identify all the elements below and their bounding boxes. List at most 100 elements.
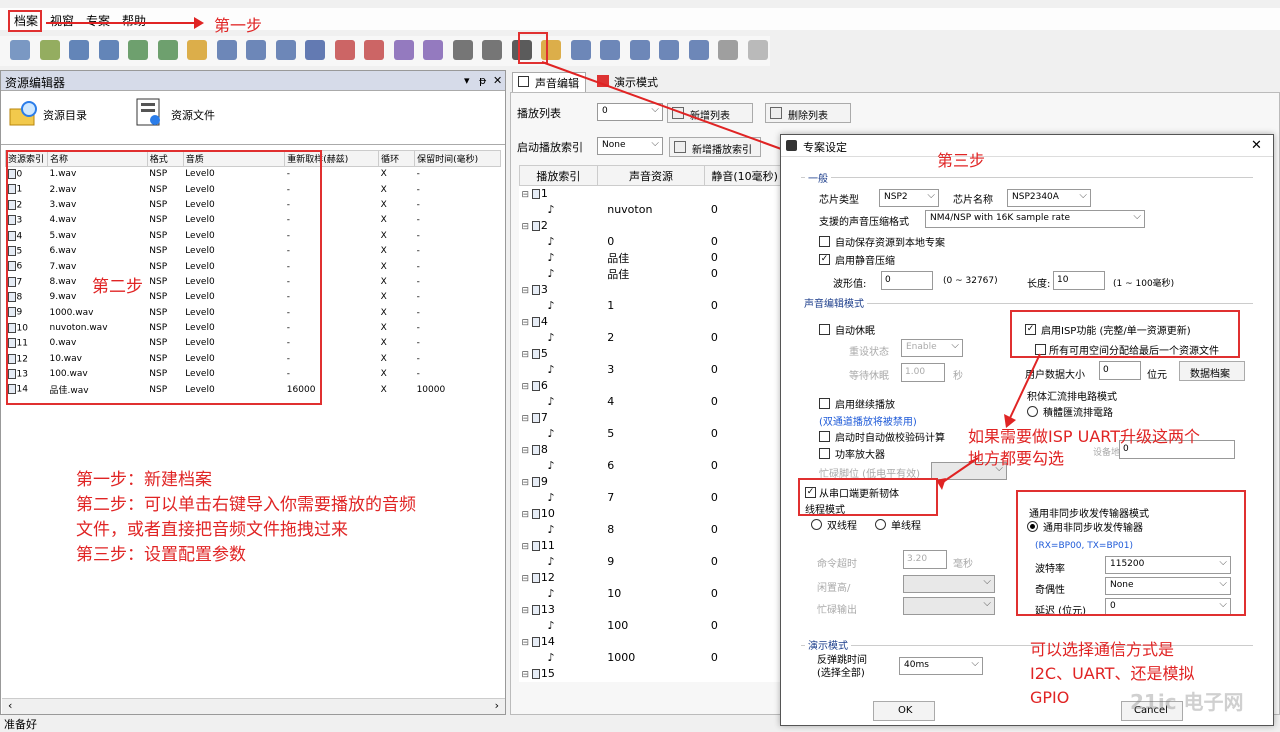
collapse-icon[interactable]: ⊟ [522,382,532,392]
playlist-item-row[interactable]: ♪ nuvoton 0 [520,202,785,218]
auto-save-checkbox[interactable] [819,236,830,247]
toolbar-button-icon[interactable] [629,40,650,60]
playlist-group-row[interactable]: ⊟ 13 [520,602,785,618]
toolbar-button-icon[interactable] [423,40,443,60]
horizontal-scrollbar[interactable]: ‹ › [2,698,505,714]
playlist-group-row[interactable]: ⊟ 15 [520,666,785,682]
toolbar-button-icon[interactable] [216,40,237,60]
amp-checkbox[interactable] [819,448,830,459]
single-thread-radio[interactable] [875,519,886,530]
playlist-item-row[interactable]: ♪ 品佳 0 [520,250,785,266]
data-file-button[interactable]: 数据档案 [1179,361,1245,381]
col-sound-resource[interactable]: 声音资源 [596,165,706,186]
toolbar-button-icon[interactable] [600,40,620,60]
wait-sleep-input[interactable]: 1.00 [901,363,945,382]
toolbar-button-icon[interactable] [570,40,591,60]
ok-button[interactable]: OK [873,701,935,721]
collapse-icon[interactable]: ⊟ [522,190,532,200]
length-input[interactable]: 10 [1053,271,1105,290]
scroll-left-icon[interactable]: ‹ [8,699,12,712]
playlist-item-row[interactable]: ♪ 7 0 [520,490,785,506]
collapse-icon[interactable]: ⊟ [522,606,532,616]
playlist-item-row[interactable]: ♪ 4 0 [520,394,785,410]
playlist-group-row[interactable]: ⊟ 12 [520,570,785,586]
collapse-icon[interactable]: ⊟ [522,670,532,680]
dialog-close-icon[interactable]: ✕ [1251,138,1262,153]
col-retain[interactable]: 保留时间(毫秒) [414,150,501,167]
dual-thread-radio[interactable] [811,519,822,530]
playlist-item-row[interactable]: ♪ 0 0 [520,234,785,250]
playlist-group-row[interactable]: ⊟ 14 [520,634,785,650]
user-data-input[interactable]: 0 [1099,361,1141,380]
compress-select[interactable]: NM4/NSP with 16K sample rate [925,210,1145,228]
toolbar-button-icon[interactable] [688,40,709,60]
playlist-item-row[interactable]: ♪ 9 0 [520,554,785,570]
audio-file-icon[interactable] [135,97,165,127]
playlist-group-row[interactable]: ⊟ 10 [520,506,785,522]
wave-input[interactable]: 0 [881,271,933,290]
collapse-icon[interactable]: ⊟ [522,446,532,456]
toolbar-button-icon[interactable] [39,40,60,60]
playlist-item-row[interactable]: ♪ 1000 0 [520,650,785,666]
folder-search-icon[interactable] [9,99,39,129]
toolbar-button-icon[interactable] [364,40,384,60]
collapse-icon[interactable]: ⊟ [522,350,532,360]
toolbar-button-icon[interactable] [393,40,414,60]
auto-checksum-checkbox[interactable] [819,431,830,442]
toolbar-button-icon[interactable] [718,40,738,60]
toolbar-button-icon[interactable] [334,40,355,60]
collapse-icon[interactable]: ⊟ [522,318,532,328]
playlist-item-row[interactable]: ♪ 8 0 [520,522,785,538]
playlist-item-row[interactable]: ♪ 6 0 [520,458,785,474]
playlist-item-row[interactable]: ♪ 品佳 0 [520,266,785,282]
toolbar-button-icon[interactable] [305,40,325,60]
collapse-icon[interactable]: ⊟ [522,574,532,584]
tab-resource-files[interactable]: 资源文件 [171,107,215,123]
chip-type-select[interactable]: NSP2 [879,189,939,207]
playlist-group-row[interactable]: ⊟ 5 [520,346,785,362]
collapse-icon[interactable]: ⊟ [522,222,532,232]
chip-name-select[interactable]: NSP2340A [1007,189,1091,207]
playlist-item-row[interactable]: ♪ 10 0 [520,586,785,602]
playlist-group-row[interactable]: ⊟ 1 [520,186,785,202]
busy-output-select[interactable] [903,597,995,615]
playlist-group-row[interactable]: ⊟ 11 [520,538,785,554]
dropdown-icon[interactable]: ▾ [464,74,470,87]
toolbar-button-icon[interactable] [69,40,89,60]
col-play-index[interactable]: 播放索引 [519,165,598,186]
tab-resource-dir[interactable]: 资源目录 [43,107,87,123]
toolbar-button-icon[interactable] [452,40,473,60]
collapse-icon[interactable]: ⊟ [522,286,532,296]
playlist-item-row[interactable]: ♪ 100 0 [520,618,785,634]
playlist-group-row[interactable]: ⊟ 2 [520,218,785,234]
toolbar-button-icon[interactable] [659,40,679,60]
debounce-select[interactable]: 40ms [899,657,983,675]
toolbar-button-icon[interactable] [246,40,266,60]
playlist-group-row[interactable]: ⊟ 8 [520,442,785,458]
toolbar-button-icon[interactable] [482,40,502,60]
col-silence[interactable]: 静音(10毫秒) [704,165,785,186]
collapse-icon[interactable]: ⊟ [522,478,532,488]
cmd-timeout-input[interactable]: 3.20 [903,550,947,569]
toolbar-button-icon[interactable] [747,40,768,60]
playlist-group-row[interactable]: ⊟ 6 [520,378,785,394]
reset-state-select[interactable]: Enable [901,339,963,357]
playlist-group-row[interactable]: ⊟ 9 [520,474,785,490]
toolbar-button-icon[interactable] [275,40,296,60]
playlist-group-row[interactable]: ⊟ 4 [520,314,785,330]
playlist-item-row[interactable]: ♪ 1 0 [520,298,785,314]
collapse-icon[interactable]: ⊟ [522,638,532,648]
silence-compress-checkbox[interactable]: ✓ [819,254,830,265]
collapse-icon[interactable]: ⊟ [522,542,532,552]
playlist-group-row[interactable]: ⊟ 7 [520,410,785,426]
toolbar-button-icon[interactable] [98,40,119,60]
playlist-item-row[interactable]: ♪ 2 0 [520,330,785,346]
toolbar-button-icon[interactable] [187,40,207,60]
close-icon[interactable]: ✕ [493,74,502,87]
continue-play-checkbox[interactable] [819,398,830,409]
playlist-item-row[interactable]: ♪ 5 0 [520,426,785,442]
col-loop[interactable]: 循环 [378,150,416,167]
toolbar-button-icon[interactable] [128,40,148,60]
playlist-group-row[interactable]: ⊟ 3 [520,282,785,298]
toolbar-button-icon[interactable] [157,40,178,60]
